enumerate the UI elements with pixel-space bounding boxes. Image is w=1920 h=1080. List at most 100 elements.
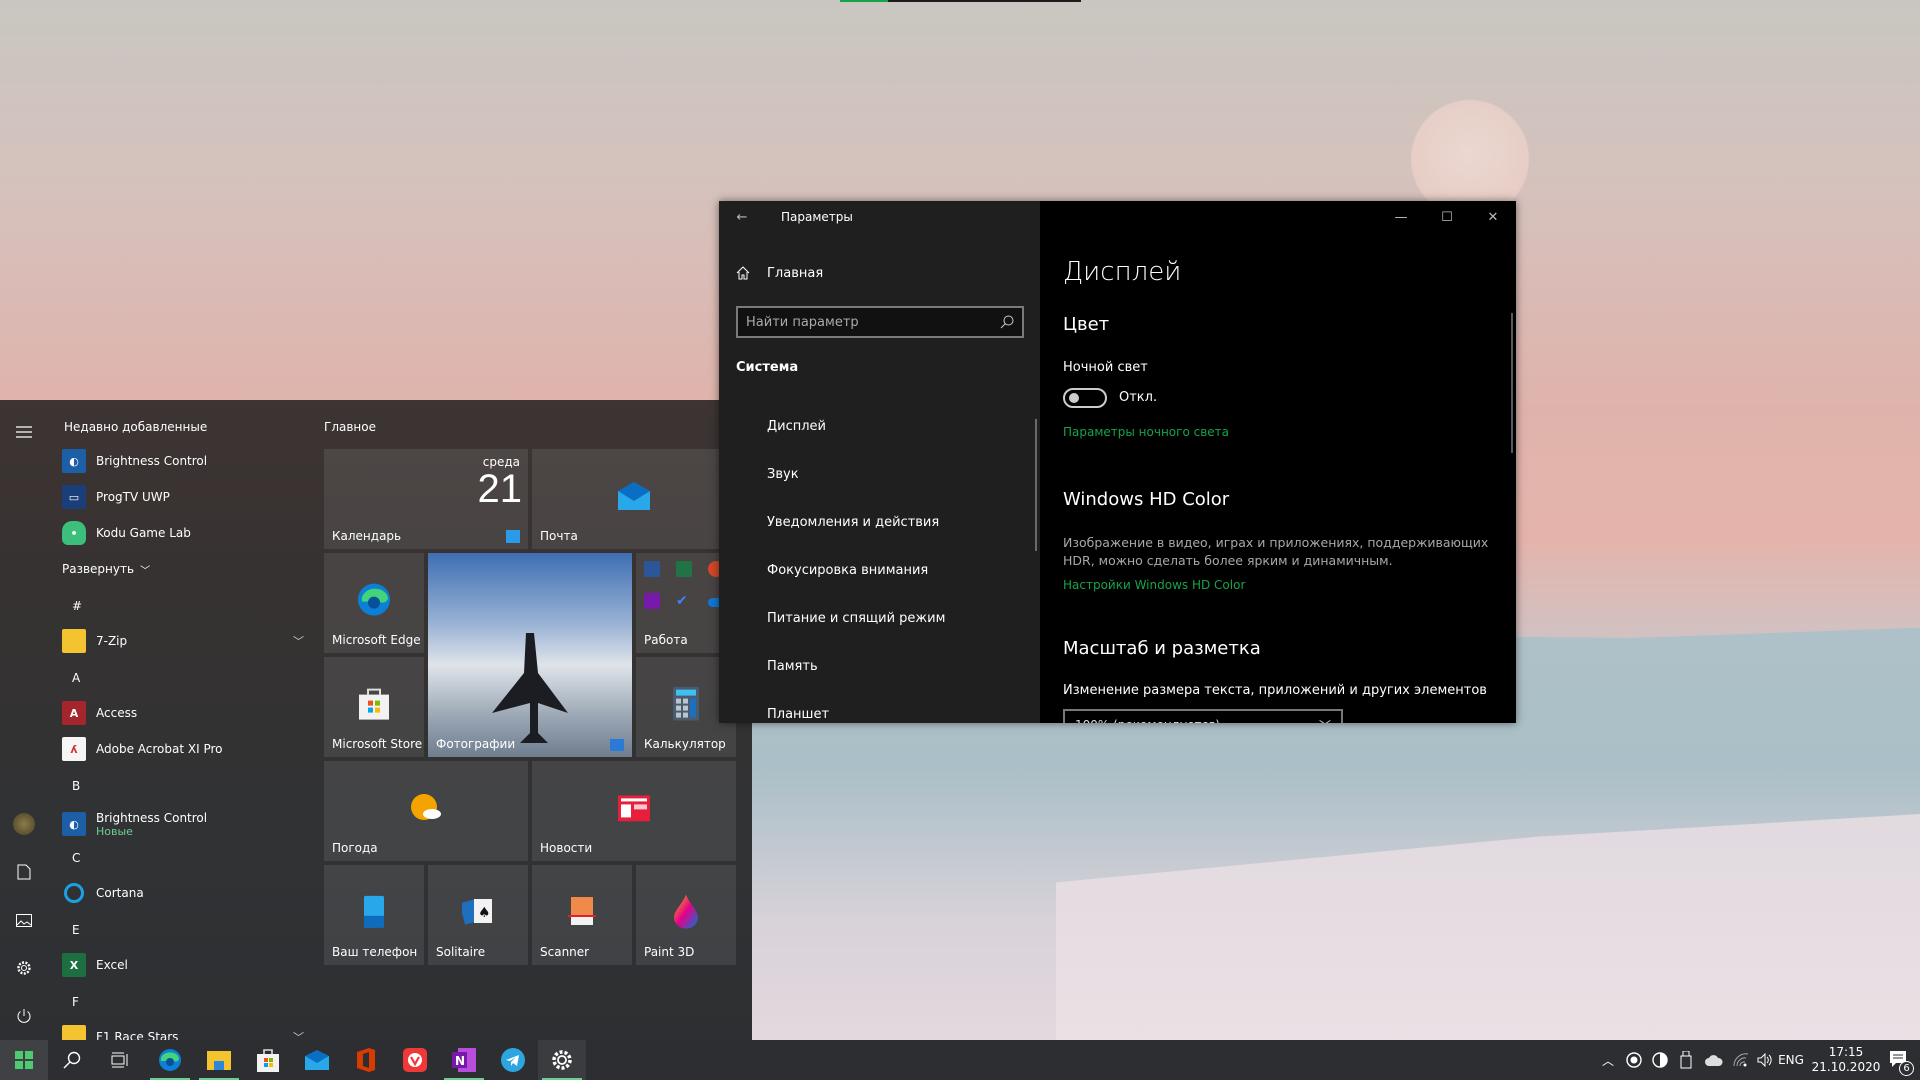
app-acrobat[interactable]: ʎ Adobe Acrobat XI Pro	[62, 732, 310, 766]
svg-text:♠: ♠	[478, 905, 491, 921]
letter-header[interactable]: C	[72, 851, 80, 865]
app-label: Cortana	[96, 886, 144, 900]
app-brightness-control[interactable]: ◐ Brightness Control	[62, 444, 310, 478]
phone-icon	[364, 895, 384, 928]
tray-brightness[interactable]	[1648, 1040, 1672, 1080]
scale-dropdown[interactable]: 100% (рекомендуется) ﹀	[1063, 709, 1343, 723]
nav-scrollbar[interactable]	[1035, 419, 1037, 551]
tile-mail[interactable]: Почта	[532, 449, 736, 549]
user-avatar[interactable]	[12, 812, 36, 836]
record-icon	[1626, 1052, 1642, 1068]
task-view-icon	[111, 1052, 128, 1068]
tiles-group-header[interactable]: Главное	[324, 420, 376, 434]
nav-item-display[interactable]: Дисплей	[767, 419, 826, 434]
letter-header[interactable]: A	[72, 671, 80, 685]
start-rail	[0, 400, 48, 1040]
tile-news[interactable]: Новости	[532, 761, 736, 861]
hd-color-settings-link[interactable]: Настройки Windows HD Color	[1063, 578, 1245, 592]
app-f1-race-stars[interactable]: F1 Race Stars ﹀	[62, 1020, 310, 1040]
tile-your-phone[interactable]: Ваш телефон	[324, 865, 424, 965]
settings-search[interactable]	[736, 306, 1024, 338]
tile-store[interactable]: Microsoft Store	[324, 657, 424, 757]
tile-photos[interactable]: Фотографии	[428, 553, 632, 757]
pictures-icon[interactable]	[12, 908, 36, 932]
app-7zip[interactable]: 7-Zip ﹀	[62, 624, 310, 658]
task-view-button[interactable]	[96, 1040, 144, 1080]
letter-header[interactable]: E	[72, 923, 80, 937]
app-cortana[interactable]: Cortana	[62, 876, 310, 910]
nav-item-focus-assist[interactable]: Фокусировка внимания	[767, 563, 928, 578]
letter-header[interactable]: B	[72, 779, 80, 793]
app-access[interactable]: A Access	[62, 696, 310, 730]
app-excel[interactable]: X Excel	[62, 948, 310, 982]
taskbar-edge[interactable]	[146, 1040, 194, 1080]
tray-onedrive[interactable]	[1700, 1040, 1728, 1080]
tray-network[interactable]	[1729, 1040, 1753, 1080]
app-label: Kodu Game Lab	[96, 526, 191, 540]
documents-icon[interactable]	[12, 860, 36, 884]
taskbar-store[interactable]	[244, 1040, 292, 1080]
taskbar-telegram[interactable]	[489, 1040, 537, 1080]
tile-label: Календарь	[332, 529, 402, 543]
tile-paint3d[interactable]: Paint 3D	[636, 865, 736, 965]
night-light-state: Откл.	[1119, 390, 1158, 405]
tile-edge[interactable]: Microsoft Edge	[324, 553, 424, 653]
tray-usb[interactable]	[1674, 1040, 1698, 1080]
mail-icon	[618, 482, 650, 510]
app-kodu[interactable]: • Kodu Game Lab	[62, 516, 310, 550]
search-icon[interactable]	[1000, 315, 1014, 329]
nav-item-tablet[interactable]: Планшет	[767, 707, 829, 722]
app-progtv[interactable]: ▭ ProgTV UWP	[62, 480, 310, 514]
taskbar-mail[interactable]	[293, 1040, 341, 1080]
taskbar-vivaldi[interactable]	[391, 1040, 439, 1080]
app-label: Excel	[96, 958, 128, 972]
nav-home[interactable]: Главная	[735, 265, 823, 281]
show-hidden-icons[interactable]: ︿	[1596, 1040, 1620, 1080]
power-icon[interactable]	[12, 1004, 36, 1028]
recent-header: Недавно добавленные	[64, 420, 208, 434]
taskbar-office[interactable]	[342, 1040, 390, 1080]
office-icon	[357, 1048, 375, 1072]
taskbar-explorer[interactable]	[195, 1040, 243, 1080]
tile-calendar[interactable]: среда 21 Календарь	[324, 449, 528, 549]
section-scale-layout: Масштаб и разметка	[1063, 638, 1261, 659]
chevron-down-icon: ﹀	[140, 565, 151, 577]
expand-button[interactable]: Развернуть ﹀	[62, 552, 150, 586]
tile-label: Почта	[540, 529, 578, 543]
tile-solitaire[interactable]: ♠ Solitaire	[428, 865, 528, 965]
section-hd-color: Windows HD Color	[1063, 489, 1230, 510]
nav-item-notifications[interactable]: Уведомления и действия	[767, 515, 939, 530]
tile-label: Новости	[540, 841, 593, 855]
app-brightness-control-new[interactable]: ◐ Brightness Control Новые	[62, 804, 310, 844]
todo-icon: ✔	[676, 593, 688, 609]
section-color: Цвет	[1063, 314, 1110, 335]
settings-gear-icon[interactable]	[12, 956, 36, 980]
search-button[interactable]	[48, 1040, 96, 1080]
nav-item-storage[interactable]: Память	[767, 659, 818, 674]
action-center-button[interactable]: 6	[1878, 1040, 1920, 1080]
night-light-toggle[interactable]	[1063, 388, 1107, 408]
edge-icon	[159, 1049, 181, 1071]
hamburger-menu-icon[interactable]	[12, 420, 36, 444]
start-button[interactable]	[0, 1040, 48, 1080]
tile-scanner[interactable]: Scanner	[532, 865, 632, 965]
tile-label: Paint 3D	[644, 945, 695, 959]
night-light-settings-link[interactable]: Параметры ночного света	[1063, 425, 1229, 439]
tv-icon: ▭	[62, 485, 86, 509]
tray-clock[interactable]: 17:15 21.10.2020	[1806, 1040, 1886, 1080]
taskbar-onenote[interactable]: N	[440, 1040, 488, 1080]
taskbar-settings[interactable]	[538, 1040, 586, 1080]
nav-item-power-sleep[interactable]: Питание и спящий режим	[767, 611, 945, 626]
tile-label: Ваш телефон	[332, 945, 418, 959]
letter-header[interactable]: F	[72, 995, 79, 1009]
search-input[interactable]	[746, 314, 976, 330]
letter-header[interactable]: #	[72, 599, 82, 613]
back-arrow-icon[interactable]: ←	[719, 201, 765, 233]
tray-record[interactable]	[1622, 1040, 1646, 1080]
tile-weather[interactable]: Погода	[324, 761, 528, 861]
app-label: 7-Zip	[96, 634, 128, 648]
tile-label: Microsoft Edge	[332, 633, 421, 647]
calculator-icon	[673, 686, 699, 721]
nav-item-sound[interactable]: Звук	[767, 467, 799, 482]
onenote-icon: N	[452, 1048, 476, 1072]
